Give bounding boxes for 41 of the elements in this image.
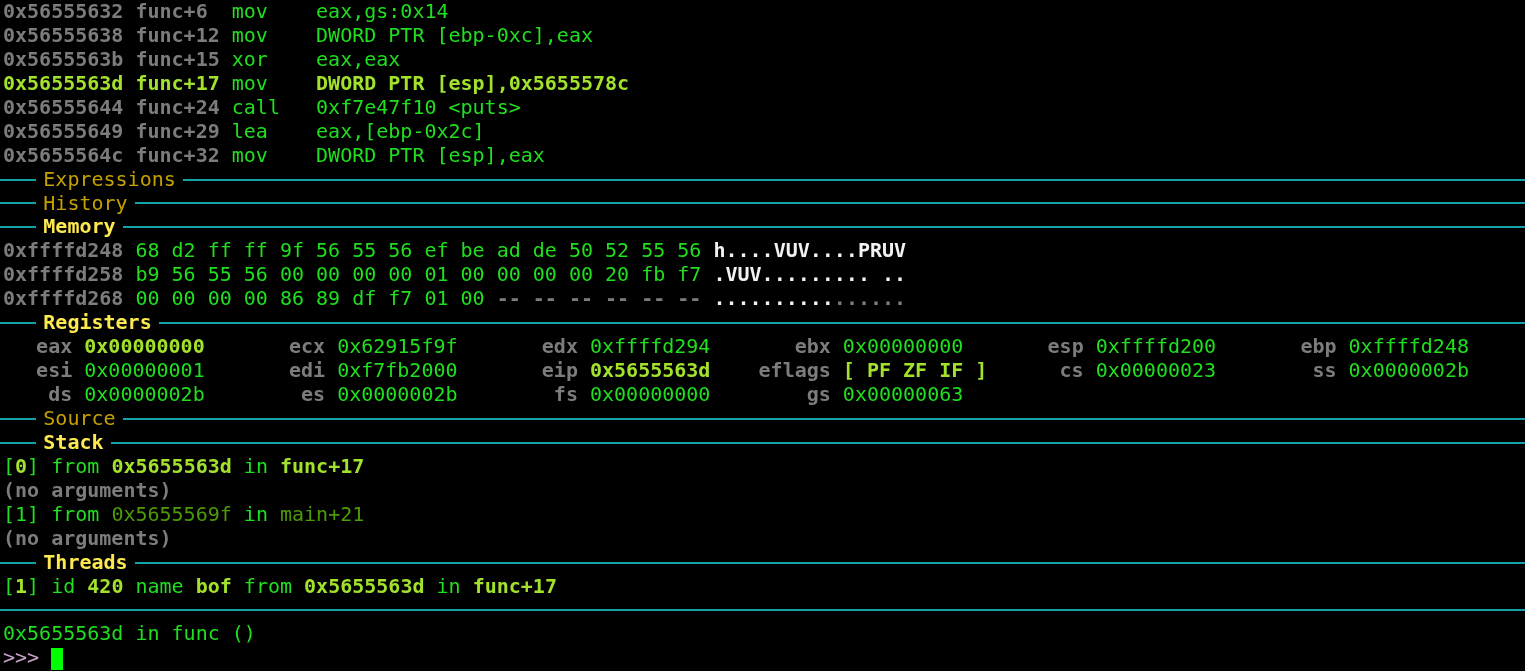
section-title: Memory [42, 215, 117, 240]
register-entry: esi 0x00000001 [35, 359, 206, 383]
console-output: 0x5655563d in func () [2, 622, 257, 647]
prompt: >>> [3, 645, 40, 670]
terminal-line: [1] id 420 name bof from 0x5655563d in func+17 [2, 574, 558, 599]
register-entry: ebx 0x00000000 [793, 335, 965, 360]
register-entry: esp 0xffffd200 [1046, 335, 1218, 360]
terminal-line: (no arguments) [2, 478, 173, 503]
register-entry: eflags [ PF ZF IF ] [758, 359, 989, 383]
disassembly-line: 0x56555649 func+29 lea eax,[ebp-0x2c] [2, 119, 486, 144]
section-title: Source [42, 406, 117, 431]
register-entry: edx 0xffffd294 [540, 335, 712, 360]
register-entry: fs 0x00000000 [552, 383, 712, 407]
disassembly-line: 0x5655564c func+32 mov DWORD PTR [esp],eax [2, 143, 546, 168]
section-title: Threads [42, 550, 129, 575]
register-entry: ecx 0x62915f9f [287, 335, 459, 360]
register-entry: cs 0x00000023 [1058, 359, 1218, 383]
register-entry: gs 0x00000063 [805, 383, 965, 407]
register-entry: ss 0x0000002b [1311, 359, 1470, 383]
memory-row-text: 0xffffd258 b9 56 55 56 00 00 00 00 01 00 00 00 00 20 fb f7 .VUV......... .. [2, 263, 908, 288]
register-entry: edi 0xf7fb2000 [287, 359, 459, 383]
disassembly-line: 0x56555644 func+24 call 0xf7e47f10 <puts> [2, 95, 522, 120]
disassembly-line: 0x56555638 func+12 mov DWORD PTR [ebp-0xc],eax [2, 23, 594, 48]
section-title: Expressions [42, 167, 177, 192]
memory-row-text: 0xffffd248 68 d2 ff ff 9f 56 55 56 ef be ad de 50 52 55 56 h....VUV....PRUV [2, 239, 908, 264]
register-entry: ds 0x0000002b [47, 383, 206, 407]
register-entry: es 0x0000002b [300, 383, 459, 407]
disassembly-line: 0x5655563d func+17 mov DWORD PTR [esp],0x5655578c [2, 71, 631, 96]
register-entry: ebp 0xffffd248 [1299, 335, 1470, 360]
terminal-line: (no arguments) [2, 526, 173, 551]
register-entry: eip 0x5655563d [540, 359, 712, 383]
section-title: Registers [42, 311, 153, 336]
terminal-line: [0] from 0x5655563d in func+17 [2, 454, 366, 479]
terminal-line: [1] from 0x5655569f in main+21 [2, 502, 366, 527]
memory-row-text: 0xffffd268 00 00 00 00 86 89 df f7 01 00 -- -- -- -- -- -- ................ [2, 287, 908, 312]
disassembly-line: 0x5655563b func+15 xor eax,eax [2, 47, 402, 72]
section-title: History [42, 191, 129, 216]
disassembly-line: 0x56555632 func+6 mov eax,gs:0x14 [2, 0, 450, 24]
cursor [51, 647, 64, 670]
register-entry: eax 0x00000000 [35, 335, 206, 360]
section-title: Stack [42, 430, 105, 455]
